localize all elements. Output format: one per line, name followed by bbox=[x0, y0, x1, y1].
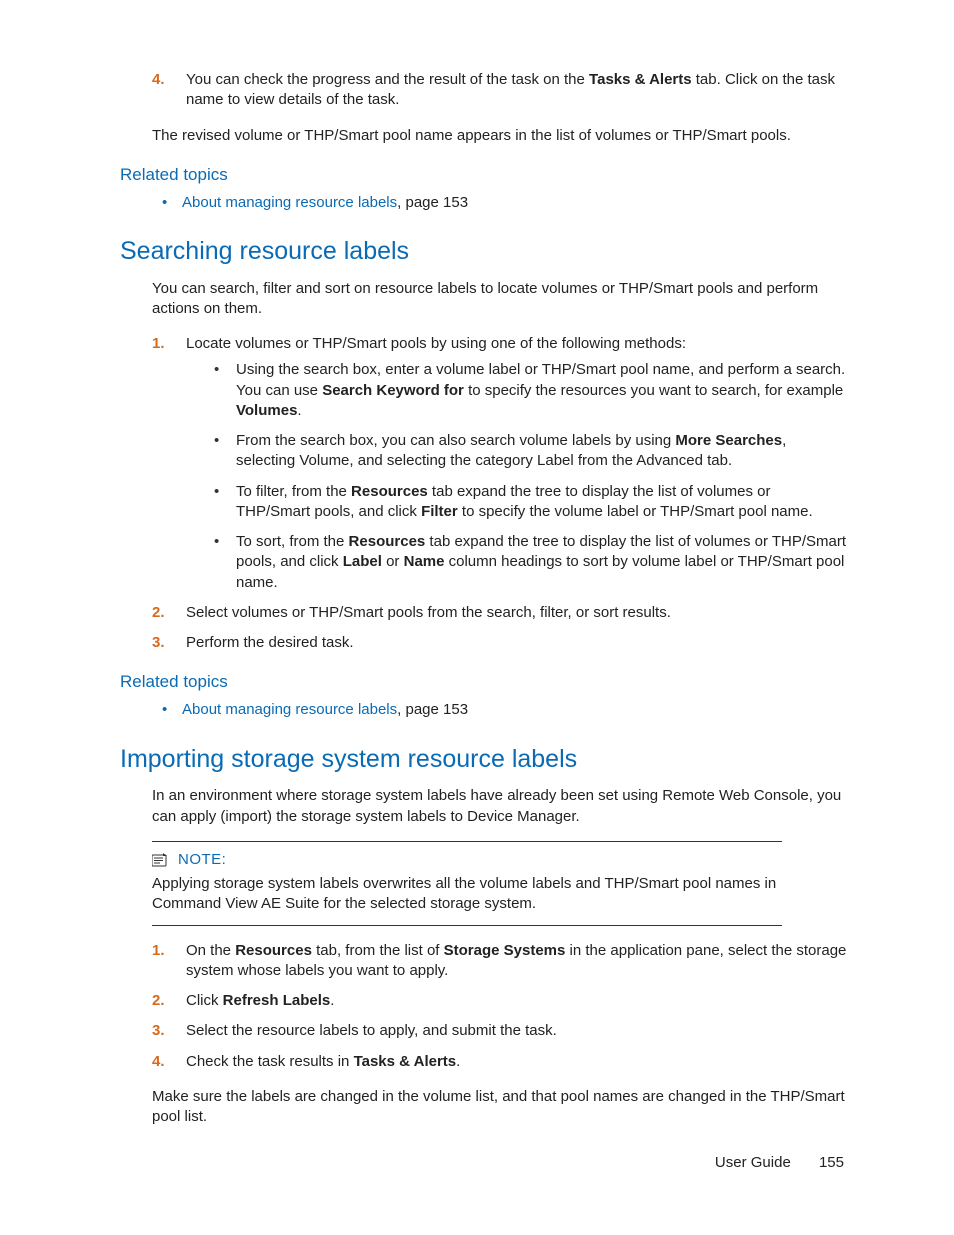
related-topics-list-2: About managing resource labels, page 153 bbox=[162, 700, 848, 720]
step-text: You can check the progress and the resul… bbox=[186, 71, 835, 108]
note-body: Applying storage system labels overwrite… bbox=[152, 874, 782, 915]
heading-related-topics-2: Related topics bbox=[120, 671, 848, 694]
related-topics-list-1: About managing resource labels, page 153 bbox=[162, 193, 848, 213]
list-item-step-2: 2. Select volumes or THP/Smart pools fro… bbox=[152, 603, 848, 623]
bullet-item: To sort, from the Resources tab expand t… bbox=[214, 532, 848, 593]
link-about-managing-resource-labels[interactable]: About managing resource labels bbox=[182, 701, 397, 718]
step-number: 2. bbox=[152, 603, 165, 623]
step-number: 4. bbox=[152, 1052, 165, 1072]
step-text: Check the task results in Tasks & Alerts… bbox=[186, 1053, 460, 1070]
page-number: 155 bbox=[819, 1154, 844, 1171]
step-text: On the Resources tab, from the list of S… bbox=[186, 942, 846, 979]
note-icon bbox=[152, 853, 170, 867]
footer-label: User Guide bbox=[715, 1154, 791, 1171]
related-topic-item: About managing resource labels, page 153 bbox=[162, 193, 848, 213]
heading-importing-resource-labels: Importing storage system resource labels bbox=[120, 743, 848, 777]
link-page-ref: , page 153 bbox=[397, 194, 468, 211]
step-text: Locate volumes or THP/Smart pools by usi… bbox=[186, 335, 686, 352]
related-topic-item: About managing resource labels, page 153 bbox=[162, 700, 848, 720]
step-text: Select the resource labels to apply, and… bbox=[186, 1022, 557, 1039]
step-number: 4. bbox=[152, 70, 165, 90]
note-block: NOTE: Applying storage system labels ove… bbox=[152, 841, 782, 926]
bullet-item: To filter, from the Resources tab expand… bbox=[214, 482, 848, 523]
list-item-step-3: 3. Perform the desired task. bbox=[152, 633, 848, 653]
paragraph-searching-intro: You can search, filter and sort on resou… bbox=[152, 279, 848, 320]
ordered-list-importing: 1. On the Resources tab, from the list o… bbox=[152, 941, 848, 1072]
step-number: 2. bbox=[152, 991, 165, 1011]
list-item-step-4: 4. Check the task results in Tasks & Ale… bbox=[152, 1052, 848, 1072]
step-number: 3. bbox=[152, 633, 165, 653]
step-text: Perform the desired task. bbox=[186, 634, 354, 651]
list-item-step-2: 2. Click Refresh Labels. bbox=[152, 991, 848, 1011]
ordered-list-top: 4. You can check the progress and the re… bbox=[152, 70, 848, 111]
step-number: 3. bbox=[152, 1021, 165, 1041]
link-about-managing-resource-labels[interactable]: About managing resource labels bbox=[182, 194, 397, 211]
list-item-step-4: 4. You can check the progress and the re… bbox=[152, 70, 848, 111]
paragraph-importing-outro: Make sure the labels are changed in the … bbox=[152, 1087, 848, 1128]
page-footer: User Guide 155 bbox=[715, 1153, 844, 1173]
bullet-item: From the search box, you can also search… bbox=[214, 431, 848, 472]
bullet-item: Using the search box, enter a volume lab… bbox=[214, 360, 848, 421]
list-item-step-1: 1. Locate volumes or THP/Smart pools by … bbox=[152, 334, 848, 593]
bullet-list-methods: Using the search box, enter a volume lab… bbox=[214, 360, 848, 593]
ordered-list-searching: 1. Locate volumes or THP/Smart pools by … bbox=[152, 334, 848, 653]
list-item-step-1: 1. On the Resources tab, from the list o… bbox=[152, 941, 848, 982]
step-number: 1. bbox=[152, 334, 165, 354]
list-item-step-3: 3. Select the resource labels to apply, … bbox=[152, 1021, 848, 1041]
paragraph-result: The revised volume or THP/Smart pool nam… bbox=[152, 126, 848, 146]
step-text: Click Refresh Labels. bbox=[186, 992, 334, 1009]
note-label: NOTE: bbox=[178, 850, 226, 870]
heading-related-topics-1: Related topics bbox=[120, 164, 848, 187]
note-heading: NOTE: bbox=[152, 850, 782, 870]
step-number: 1. bbox=[152, 941, 165, 961]
link-page-ref: , page 153 bbox=[397, 701, 468, 718]
paragraph-importing-intro: In an environment where storage system l… bbox=[152, 786, 848, 827]
heading-searching-resource-labels: Searching resource labels bbox=[120, 235, 848, 269]
step-text: Select volumes or THP/Smart pools from t… bbox=[186, 604, 671, 621]
